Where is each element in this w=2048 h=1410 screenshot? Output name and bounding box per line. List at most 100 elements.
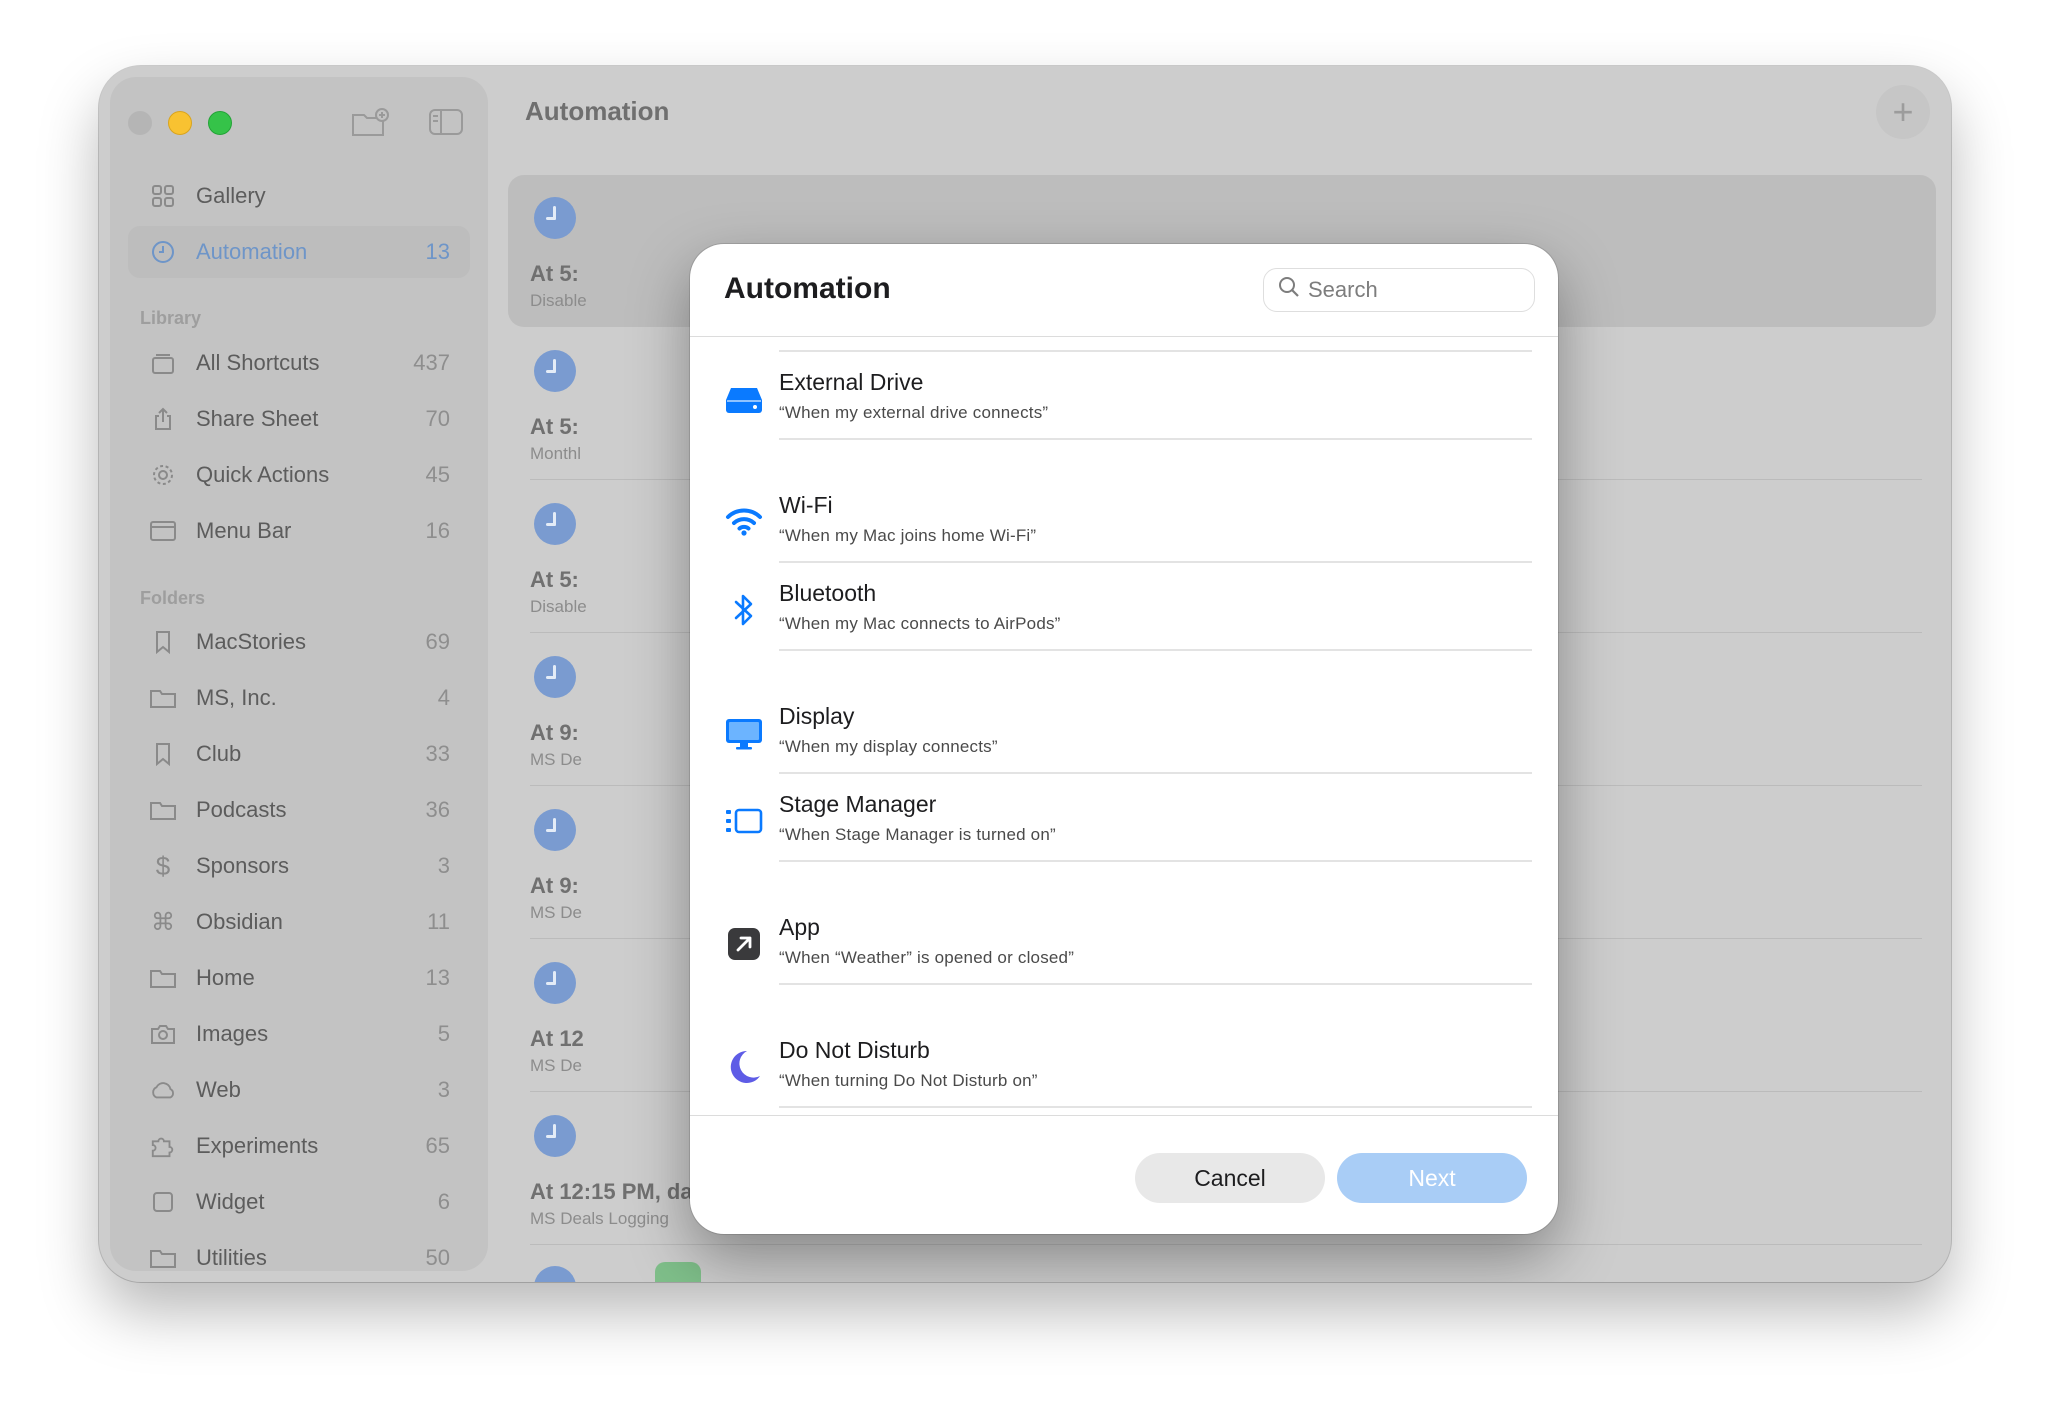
sidebar-item-menu-bar[interactable]: Menu Bar 16 xyxy=(128,505,470,557)
minimize-window-button[interactable] xyxy=(168,111,192,135)
trigger-list[interactable]: External Drive “When my external drive c… xyxy=(690,337,1558,1137)
sidebar-item-automation[interactable]: Automation 13 xyxy=(128,226,470,278)
search-icon xyxy=(1278,276,1300,304)
row-divider xyxy=(530,1244,1922,1245)
folder-icon xyxy=(150,965,176,991)
sidebar-item-macstories[interactable]: MacStories 69 xyxy=(128,616,470,668)
trigger-subtitle: “When turning Do Not Disturb on” xyxy=(779,1071,1038,1090)
trigger-display[interactable]: Display “When my display connects” xyxy=(690,699,1558,769)
sidebar-item-home[interactable]: Home 13 xyxy=(128,952,470,1004)
automation-subtitle: MS De xyxy=(530,750,582,769)
automation-title: At 12 xyxy=(530,1026,584,1051)
clock-icon xyxy=(534,962,576,1004)
list-separator xyxy=(779,649,1532,651)
list-separator xyxy=(779,350,1532,352)
page-title: Automation xyxy=(525,96,670,126)
sidebar-item-count: 5 xyxy=(437,1021,450,1046)
clock-icon xyxy=(534,197,576,239)
sidebar-item-count: 11 xyxy=(427,909,450,934)
list-separator xyxy=(779,860,1532,862)
sidebar-item-experiments[interactable]: Experiments 65 xyxy=(128,1120,470,1172)
sidebar-item-images[interactable]: Images 5 xyxy=(128,1008,470,1060)
command-icon: ⌘ xyxy=(151,908,175,936)
folder-icon xyxy=(150,797,176,823)
trigger-external-drive[interactable]: External Drive “When my external drive c… xyxy=(690,365,1558,435)
automation-title: At 5: xyxy=(530,567,579,592)
sidebar-item-all-shortcuts[interactable]: All Shortcuts 437 xyxy=(128,337,470,389)
trigger-bluetooth[interactable]: Bluetooth “When my Mac connects to AirPo… xyxy=(690,576,1558,646)
automation-title: At 5: xyxy=(530,414,579,439)
automation-subtitle: MS Deals Logging xyxy=(530,1209,669,1228)
sidebar-item-label: Images xyxy=(196,1021,269,1046)
sidebar-item-count: 69 xyxy=(425,629,450,654)
clock-icon xyxy=(534,656,576,698)
cancel-button[interactable]: Cancel xyxy=(1135,1153,1325,1203)
trigger-do-not-disturb[interactable]: Do Not Disturb “When turning Do Not Dist… xyxy=(690,1033,1558,1103)
sidebar-item-label: MacStories xyxy=(196,629,307,654)
sidebar-item-count: 437 xyxy=(413,350,450,375)
sidebar-item-count: 3 xyxy=(437,1077,450,1102)
trigger-wifi[interactable]: Wi-Fi “When my Mac joins home Wi-Fi” xyxy=(690,488,1558,558)
shortcuts-window: Gallery Automation 13 Library All Shortc… xyxy=(99,66,1951,1282)
grid-icon xyxy=(150,183,176,209)
stack-icon xyxy=(150,350,176,376)
list-separator xyxy=(779,438,1532,440)
list-separator xyxy=(779,561,1532,563)
trigger-subtitle: “When my Mac connects to AirPods” xyxy=(779,614,1061,633)
puzzle-icon xyxy=(150,1133,176,1159)
zoom-window-button[interactable] xyxy=(208,111,232,135)
sidebar-item-obsidian[interactable]: ⌘ Obsidian 11 xyxy=(128,896,470,948)
automation-title: At 9: xyxy=(530,873,579,898)
sidebar-item-ms-inc[interactable]: MS, Inc. 4 xyxy=(128,672,470,724)
sidebar-item-quick-actions[interactable]: Quick Actions 45 xyxy=(128,449,470,501)
sidebar-item-label: All Shortcuts xyxy=(196,350,320,375)
automation-subtitle: Disable xyxy=(530,291,587,310)
trigger-title: Stage Manager xyxy=(779,791,937,817)
menubar-icon xyxy=(150,518,176,544)
external-drive-icon xyxy=(724,379,764,419)
folder-icon xyxy=(150,685,176,711)
sidebar-item-count: 36 xyxy=(425,797,450,822)
sidebar-item-club[interactable]: Club 33 xyxy=(128,728,470,780)
sidebar-item-utilities[interactable]: Utilities 50 xyxy=(128,1232,470,1282)
sidebar-item-label: Sponsors xyxy=(196,853,289,878)
sidebar-item-sponsors[interactable]: $ Sponsors 3 xyxy=(128,840,470,892)
add-automation-button[interactable]: + xyxy=(1876,85,1930,139)
sidebar-item-count: 4 xyxy=(437,685,450,710)
sidebar-item-count: 6 xyxy=(437,1189,450,1214)
sidebar-item-podcasts[interactable]: Podcasts 36 xyxy=(128,784,470,836)
search-placeholder: Search xyxy=(1308,277,1378,302)
sidebar-item-label: Menu Bar xyxy=(196,518,292,543)
trigger-subtitle: “When “Weather” is opened or closed” xyxy=(779,948,1075,967)
trigger-app[interactable]: App “When “Weather” is opened or closed” xyxy=(690,910,1558,980)
gear-icon xyxy=(150,462,176,488)
trigger-stage-manager[interactable]: Stage Manager “When Stage Manager is tur… xyxy=(690,787,1558,857)
sidebar-item-count: 16 xyxy=(425,518,450,543)
sidebar-item-count: 65 xyxy=(425,1133,450,1158)
sidebar-item-label: Utilities xyxy=(196,1245,267,1270)
folders-section-header: Folders xyxy=(140,588,206,608)
list-separator xyxy=(779,1106,1532,1108)
sidebar-item-count: 70 xyxy=(425,406,450,431)
sidebar-toggle-icon[interactable] xyxy=(428,107,464,137)
sidebar-item-label: Home xyxy=(196,965,255,990)
close-window-button[interactable] xyxy=(128,111,152,135)
clock-icon xyxy=(534,809,576,851)
sidebar-item-web[interactable]: Web 3 xyxy=(128,1064,470,1116)
automation-title: At 5: xyxy=(530,261,579,286)
library-section-header: Library xyxy=(140,308,202,328)
sidebar-item-count: 13 xyxy=(425,239,450,264)
sidebar-item-count: 33 xyxy=(425,741,450,766)
automation-subtitle: Disable xyxy=(530,597,587,616)
sidebar-item-count: 13 xyxy=(425,965,450,990)
sidebar-item-widget[interactable]: Widget 6 xyxy=(128,1176,470,1228)
next-button[interactable]: Next xyxy=(1337,1153,1527,1203)
sidebar-item-gallery[interactable]: Gallery xyxy=(128,170,470,222)
square-icon xyxy=(150,1189,176,1215)
clock-icon xyxy=(534,1115,576,1157)
new-folder-icon[interactable] xyxy=(350,107,389,137)
search-input[interactable]: Search xyxy=(1263,268,1535,312)
folder-icon xyxy=(150,1245,176,1271)
sidebar-item-share-sheet[interactable]: Share Sheet 70 xyxy=(128,393,470,445)
dollar-icon: $ xyxy=(155,850,171,881)
